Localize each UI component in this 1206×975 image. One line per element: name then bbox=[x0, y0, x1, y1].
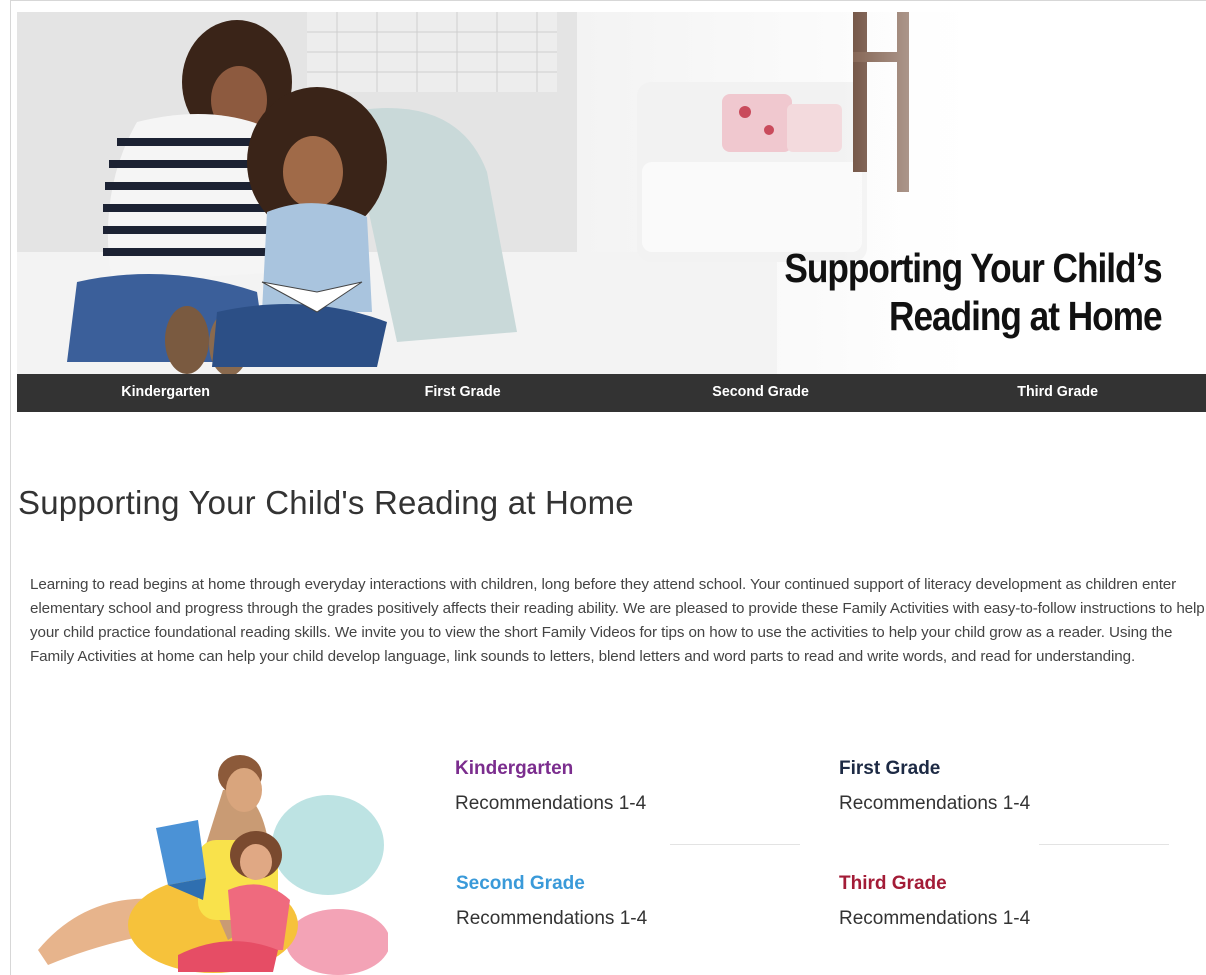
third-grade-link[interactable]: Third Grade bbox=[839, 873, 1184, 895]
card-divider bbox=[1039, 844, 1169, 845]
nav-item-third-grade[interactable]: Third Grade bbox=[916, 374, 1198, 412]
nav-item-kindergarten[interactable]: Kindergarten bbox=[24, 374, 306, 412]
first-grade-recommendations: Recommendations 1-4 bbox=[839, 793, 1031, 814]
page-frame-top bbox=[10, 0, 1206, 1]
grade-card-first-grade: First Grade Recommendations 1-4 bbox=[839, 758, 1184, 845]
second-grade-recommendations: Recommendations 1-4 bbox=[456, 908, 648, 929]
page-title: Supporting Your Child's Reading at Home bbox=[18, 484, 634, 521]
hero-title-line1: Supporting Your Child’s bbox=[784, 245, 1163, 291]
hero-banner: Supporting Your Child’s Reading at Home bbox=[17, 12, 1206, 374]
third-grade-recommendations: Recommendations 1-4 bbox=[839, 908, 1031, 929]
second-grade-link[interactable]: Second Grade bbox=[456, 873, 801, 895]
parent-reading-illustration bbox=[38, 755, 388, 975]
kindergarten-link[interactable]: Kindergarten bbox=[455, 758, 800, 780]
card-divider bbox=[670, 844, 800, 845]
nav-item-first-grade[interactable]: First Grade bbox=[322, 374, 604, 412]
hero-title: Supporting Your Child’s Reading at Home bbox=[784, 244, 1163, 340]
grade-card-kindergarten: Kindergarten Recommendations 1-4 bbox=[455, 758, 800, 845]
grade-card-second-grade: Second Grade Recommendations 1-4 bbox=[456, 873, 801, 930]
intro-paragraph: Learning to read begins at home through … bbox=[30, 576, 1205, 665]
page-frame-left bbox=[10, 0, 11, 975]
grade-nav-bar: Kindergarten First Grade Second Grade Th… bbox=[17, 374, 1206, 412]
hero-title-line2: Reading at Home bbox=[889, 293, 1163, 339]
kindergarten-recommendations: Recommendations 1-4 bbox=[455, 793, 647, 814]
grade-card-third-grade: Third Grade Recommendations 1-4 bbox=[839, 873, 1184, 930]
nav-item-second-grade[interactable]: Second Grade bbox=[619, 374, 901, 412]
first-grade-link[interactable]: First Grade bbox=[839, 758, 1184, 780]
